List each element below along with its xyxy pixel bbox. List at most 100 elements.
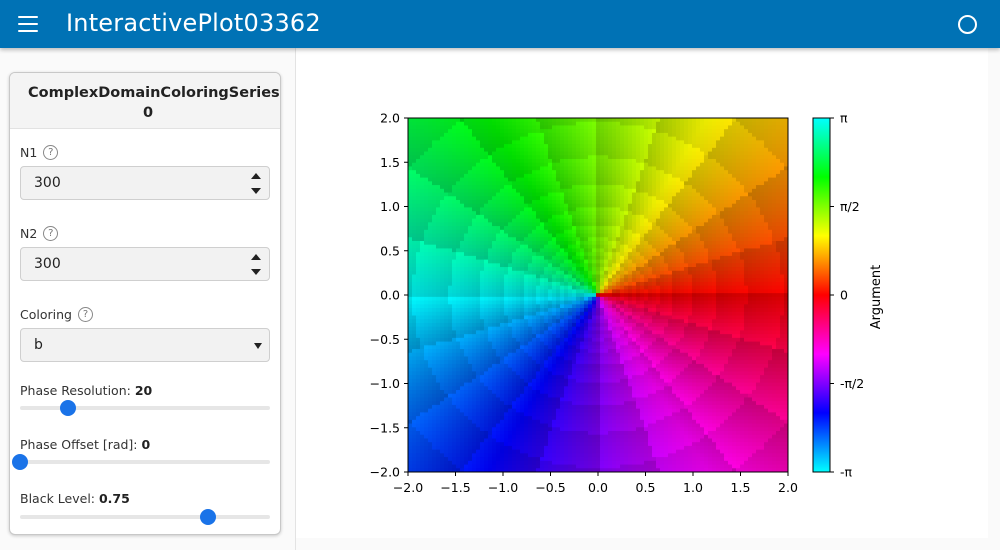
heatmap-cell	[432, 319, 437, 324]
heatmap-cell	[444, 319, 449, 324]
heatmap-cell	[500, 296, 505, 302]
heatmap-cell	[424, 326, 429, 331]
heatmap-cell	[460, 319, 465, 324]
heatmap-cell	[516, 285, 521, 291]
heatmap-cell	[580, 259, 585, 264]
heatmap-cell	[540, 166, 545, 171]
heatmap-cell	[544, 427, 549, 432]
heatmap-cell	[528, 162, 533, 168]
heatmap-cell	[444, 214, 449, 220]
heatmap-cell	[492, 382, 497, 387]
heatmap-cell	[532, 162, 537, 168]
heatmap-cell	[616, 240, 621, 246]
heatmap-cell	[440, 427, 445, 432]
heatmap-cell	[552, 188, 557, 194]
heatmap-cell	[536, 412, 541, 417]
heatmap-cell	[428, 229, 433, 235]
heatmap-cell	[432, 375, 437, 380]
heatmap-cell	[416, 144, 421, 149]
heatmap-cell	[548, 151, 553, 156]
heatmap-cell	[448, 285, 453, 291]
heatmap-cell	[568, 326, 573, 331]
heatmap-cell	[596, 322, 601, 328]
heatmap-cell	[504, 132, 509, 138]
heatmap-cell	[556, 419, 561, 425]
heatmap-cell	[608, 438, 613, 443]
heatmap-cell	[616, 248, 621, 253]
heatmap-cell	[612, 121, 617, 127]
heatmap-cell	[488, 278, 493, 283]
heatmap-cell	[528, 218, 533, 223]
heatmap-cell	[572, 300, 577, 305]
heatmap-cell	[468, 408, 473, 413]
heatmap-cell	[428, 427, 433, 432]
heatmap-cell	[408, 337, 413, 343]
heatmap-cell	[612, 423, 617, 428]
heatmap-cell	[440, 188, 445, 194]
heatmap-cell	[416, 337, 421, 343]
heatmap-cell	[520, 457, 525, 462]
heatmap-cell	[492, 326, 497, 331]
heatmap-cell	[412, 352, 417, 358]
heatmap-cell	[492, 218, 497, 223]
heatmap-cell	[492, 147, 497, 153]
heatmap-cell	[420, 158, 425, 164]
heatmap-cell	[408, 237, 413, 242]
heatmap-cell	[612, 378, 617, 384]
heatmap-cell	[524, 401, 529, 406]
heatmap-cell	[600, 233, 605, 238]
heatmap-cell	[612, 315, 617, 320]
heatmap-cell	[512, 349, 517, 354]
heatmap-cell	[552, 267, 557, 272]
heatmap-cell	[496, 185, 501, 190]
heatmap-cell	[476, 442, 481, 447]
heatmap-cell	[488, 304, 493, 309]
heatmap-cell	[568, 285, 573, 291]
heatmap-cell	[600, 386, 605, 391]
heatmap-cell	[456, 144, 461, 149]
heatmap-cell	[560, 293, 565, 298]
heatmap-cell	[548, 326, 553, 331]
heatmap-cell	[408, 423, 413, 428]
heatmap-cell	[604, 248, 609, 253]
heatmap-cell	[464, 181, 469, 186]
heatmap-cell	[548, 121, 553, 127]
heatmap-cell	[444, 267, 449, 272]
heatmap-cell	[596, 125, 601, 130]
heatmap-cell	[476, 375, 481, 380]
heatmap-cell	[524, 457, 529, 462]
heatmap-cell	[572, 289, 577, 294]
heatmap-cell	[516, 442, 521, 447]
heatmap-cell	[512, 464, 517, 469]
heatmap-cell	[512, 248, 517, 253]
heatmap-cell	[408, 281, 413, 287]
menu-icon[interactable]	[14, 12, 42, 36]
heatmap-cell	[456, 404, 461, 410]
heatmap-cell	[516, 259, 521, 264]
heatmap-cell	[424, 311, 429, 317]
heatmap-cell	[588, 270, 593, 276]
heatmap-cell	[420, 278, 425, 283]
heatmap-cell	[416, 181, 421, 186]
heatmap-cell	[540, 404, 545, 410]
heatmap-cell	[408, 121, 413, 127]
heatmap-cell	[484, 196, 489, 201]
heatmap-cell	[540, 438, 545, 443]
heatmap-cell	[608, 349, 613, 354]
heatmap-cell	[524, 181, 529, 186]
heatmap-cell	[572, 222, 577, 227]
heatmap-cell	[604, 274, 609, 279]
heatmap-cell	[548, 412, 553, 417]
heatmap-cell	[552, 207, 557, 212]
heatmap-cell	[488, 337, 493, 343]
heatmap-cell	[544, 341, 549, 346]
heatmap-cell	[460, 434, 465, 440]
heatmap-cell	[496, 285, 501, 291]
heatmap-cell	[516, 416, 521, 421]
heatmap-cell	[588, 434, 593, 440]
heatmap-cell	[420, 222, 425, 227]
heatmap-cell	[584, 311, 589, 317]
heatmap-cell	[580, 263, 585, 268]
heatmap-cell	[560, 118, 565, 123]
heatmap-cell	[456, 185, 461, 190]
